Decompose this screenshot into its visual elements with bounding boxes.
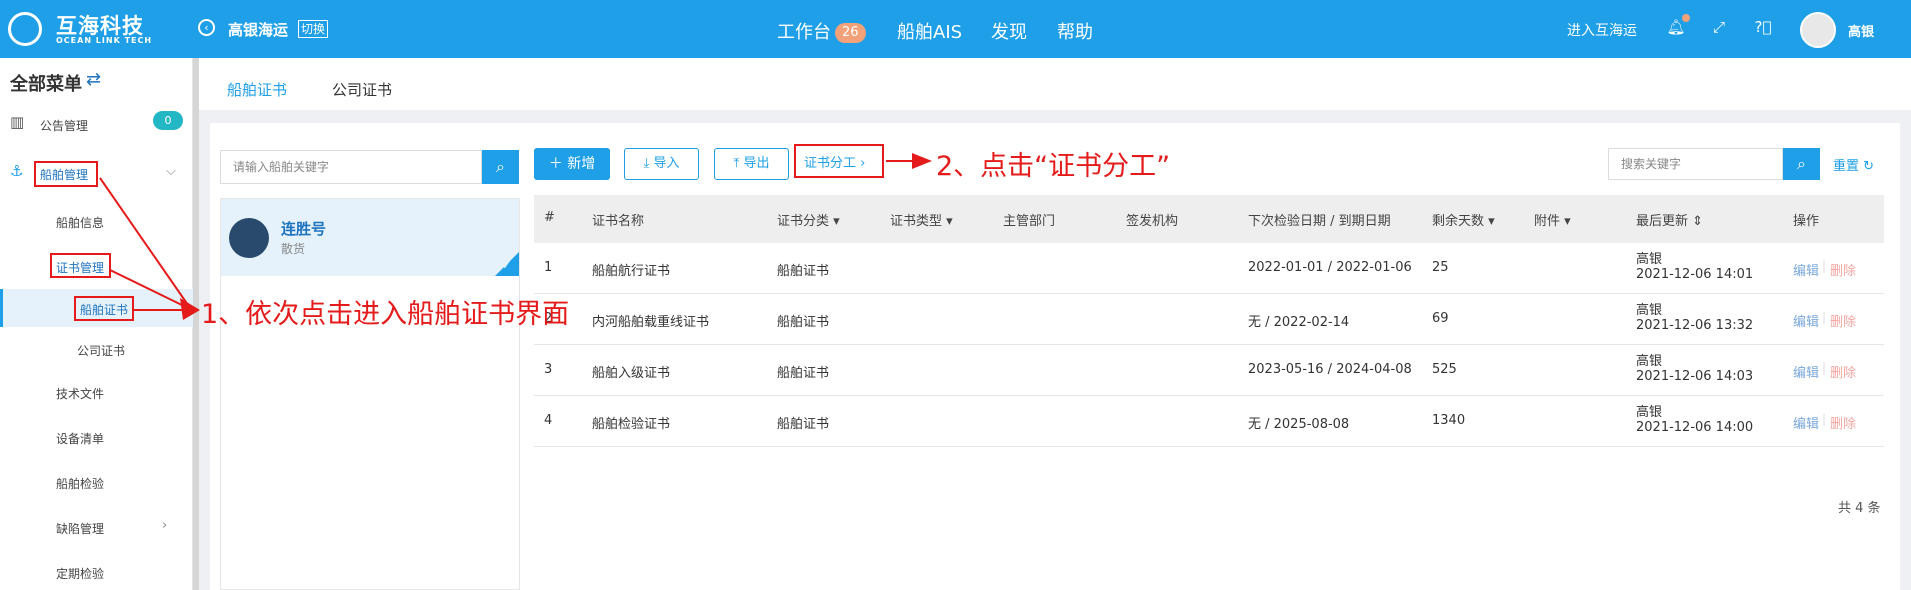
annotation-step-2: 2、点击“证书分工” [936,151,1171,182]
annotation-step-1: 1、依次点击进入船舶证书界面 [201,299,570,330]
